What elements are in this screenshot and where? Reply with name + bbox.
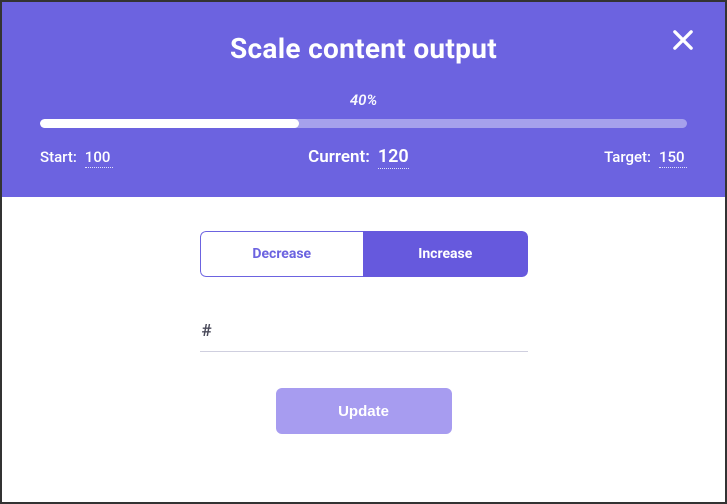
scale-content-dialog: Scale content output 40% Start: 100 Curr… [0, 0, 727, 504]
segment-decrease[interactable]: Decrease [200, 231, 364, 277]
update-button[interactable]: Update [276, 388, 452, 434]
stat-current: Current: 120 [308, 146, 409, 169]
progress-bar [40, 119, 687, 128]
segment-increase[interactable]: Increase [363, 231, 528, 277]
amount-input[interactable] [200, 315, 528, 352]
stat-target-value[interactable]: 150 [659, 148, 687, 168]
segment-control: Decrease Increase [200, 231, 528, 277]
progress-percent-label: 40% [40, 91, 687, 109]
dialog-header: Scale content output 40% Start: 100 Curr… [2, 2, 725, 197]
progress-bar-fill [40, 119, 299, 128]
stat-current-value[interactable]: 120 [378, 146, 409, 169]
stat-target: Target: 150 [604, 148, 687, 168]
close-icon[interactable] [669, 26, 697, 54]
stat-current-label: Current: [308, 147, 370, 167]
stats-row: Start: 100 Current: 120 Target: 150 [40, 146, 687, 169]
dialog-title: Scale content output [40, 32, 687, 65]
stat-start: Start: 100 [40, 148, 113, 168]
stat-start-value[interactable]: 100 [85, 148, 113, 168]
amount-input-wrap: # [200, 315, 528, 352]
dialog-body: Decrease Increase # Update [2, 197, 725, 502]
stat-target-label: Target: [604, 148, 651, 166]
stat-start-label: Start: [40, 148, 77, 166]
